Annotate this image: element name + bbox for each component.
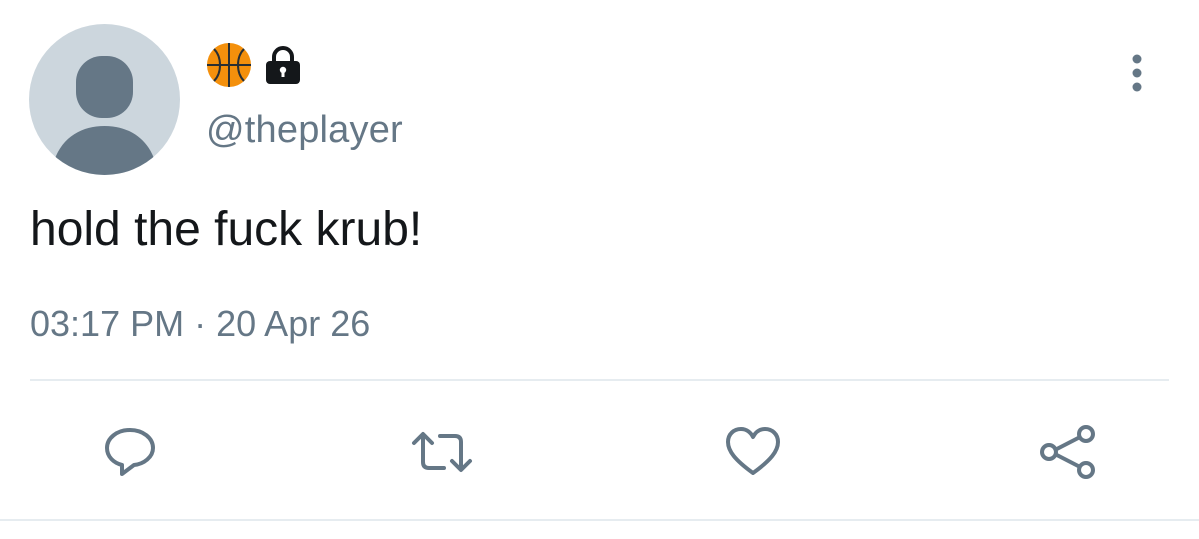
- tweet-time: 03:17 PM: [30, 303, 185, 344]
- share-icon: [1040, 425, 1095, 479]
- default-profile-icon: [51, 56, 158, 175]
- more-options-icon[interactable]: [1122, 52, 1152, 94]
- basketball-icon: [206, 42, 252, 88]
- user-handle[interactable]: @theplayer: [206, 108, 403, 152]
- tweet-card: @theplayer hold the fuck krub! 03:17 PM …: [0, 0, 1199, 539]
- meta-separator: ·: [194, 303, 207, 344]
- lock-icon: [264, 45, 302, 85]
- share-button[interactable]: [1036, 420, 1100, 484]
- retweet-icon: [412, 432, 472, 472]
- reply-button[interactable]: [98, 420, 162, 484]
- avatar[interactable]: [29, 24, 180, 175]
- like-button[interactable]: [721, 420, 785, 484]
- tweet-timestamp[interactable]: 03:17 PM · 20 Apr 26: [30, 302, 370, 346]
- heart-icon: [726, 427, 780, 475]
- tweet-date: 20 Apr 26: [216, 303, 371, 344]
- bottom-divider: [0, 519, 1199, 521]
- tweet-text: hold the fuck krub!: [30, 203, 423, 256]
- retweet-button[interactable]: [410, 420, 474, 484]
- display-name: [206, 42, 302, 88]
- divider: [30, 379, 1169, 381]
- reply-icon: [105, 428, 155, 476]
